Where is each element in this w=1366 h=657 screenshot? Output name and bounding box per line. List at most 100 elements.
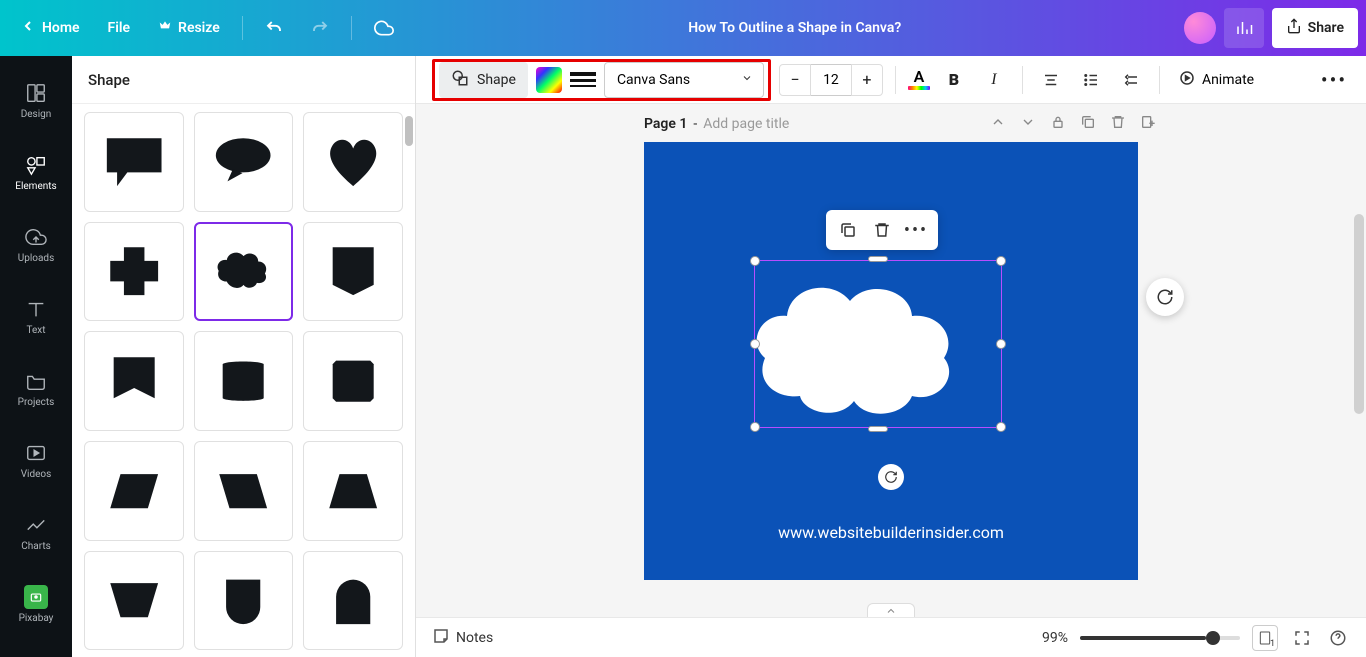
panel-body[interactable]	[72, 104, 415, 657]
user-avatar[interactable]	[1184, 12, 1216, 44]
share-button[interactable]: Share	[1272, 8, 1358, 48]
shape-ticket[interactable]	[303, 331, 403, 431]
regenerate-button[interactable]	[1146, 278, 1184, 316]
duplicate-page-button[interactable]	[1080, 114, 1096, 134]
shape-speech-rect[interactable]	[84, 112, 184, 212]
shape-parallelogram-right[interactable]	[194, 441, 294, 541]
projects-icon	[24, 369, 48, 393]
zoom-value[interactable]: 99%	[1042, 630, 1068, 646]
font-size-decrease[interactable]: −	[779, 64, 811, 96]
videos-icon	[24, 441, 48, 465]
canvas-scrollbar-vertical[interactable]	[1354, 214, 1364, 414]
sidebar-item-elements[interactable]: Elements	[0, 136, 72, 208]
delete-page-button[interactable]	[1110, 114, 1126, 134]
resize-handle-tr[interactable]	[996, 256, 1006, 266]
undo-button[interactable]	[253, 8, 295, 48]
resize-handle-mt[interactable]	[868, 256, 888, 262]
help-button[interactable]	[1326, 626, 1350, 650]
resize-handle-bl[interactable]	[750, 422, 760, 432]
shape-shield[interactable]	[303, 222, 403, 322]
separator	[1159, 66, 1160, 94]
animate-button[interactable]: Animate	[1172, 69, 1260, 91]
page-down-button[interactable]	[1020, 114, 1036, 134]
align-button[interactable]	[1035, 64, 1067, 96]
shape-cloud[interactable]	[194, 222, 294, 322]
lock-button[interactable]	[1050, 114, 1066, 134]
insights-button[interactable]	[1224, 8, 1264, 48]
page-title-input[interactable]: Add page title	[703, 116, 789, 132]
sidebar-item-pixabay[interactable]: Pixabay	[0, 568, 72, 640]
sidebar-item-label: Text	[26, 325, 45, 336]
resize-handle-tl[interactable]	[750, 256, 760, 266]
page-up-button[interactable]	[990, 114, 1006, 134]
font-size-input[interactable]	[811, 64, 851, 96]
rotate-handle[interactable]	[878, 464, 904, 490]
shape-arch-u[interactable]	[194, 551, 294, 651]
element-more-button[interactable]: •••	[902, 216, 930, 244]
resize-handle-ml[interactable]	[750, 339, 760, 349]
notes-label: Notes	[456, 630, 493, 646]
design-canvas[interactable]: ••• www.websitebuilderinsider.com	[644, 142, 1138, 580]
cloud-element[interactable]	[745, 266, 1013, 424]
shape-tool-button[interactable]: Shape	[439, 62, 528, 98]
sidebar-item-design[interactable]: Design	[0, 64, 72, 136]
text-icon	[24, 297, 48, 321]
collapse-timeline-tab[interactable]	[867, 603, 915, 617]
separator	[242, 16, 243, 40]
zoom-slider-fill	[1080, 636, 1206, 640]
italic-button[interactable]: I	[978, 64, 1010, 96]
sidebar-item-uploads[interactable]: Uploads	[0, 208, 72, 280]
shape-speech-bubble[interactable]	[194, 112, 294, 212]
sidebar-item-projects[interactable]: Projects	[0, 352, 72, 424]
resize-label: Resize	[178, 20, 220, 36]
home-button[interactable]: Home	[8, 8, 92, 48]
text-color-button[interactable]: A	[908, 69, 930, 90]
resize-button[interactable]: Resize	[146, 8, 232, 48]
document-title[interactable]: How To Outline a Shape in Canva?	[406, 20, 1184, 36]
add-page-button[interactable]	[1140, 114, 1156, 134]
home-label: Home	[42, 20, 80, 36]
shape-trapezoid-down[interactable]	[84, 551, 184, 651]
notes-button[interactable]: Notes	[432, 627, 493, 649]
resize-handle-mr[interactable]	[996, 339, 1006, 349]
shape-trapezoid[interactable]	[303, 441, 403, 541]
selection-box[interactable]	[754, 260, 1002, 428]
shape-arch[interactable]	[303, 551, 403, 651]
sidebar-item-label: Uploads	[18, 253, 54, 264]
shape-parallelogram-left[interactable]	[84, 441, 184, 541]
delete-element-button[interactable]	[868, 216, 896, 244]
charts-icon	[24, 513, 48, 537]
shape-ribbon[interactable]	[84, 331, 184, 431]
duplicate-element-button[interactable]	[834, 216, 862, 244]
chevron-left-icon	[20, 18, 36, 38]
font-size-increase[interactable]: +	[851, 64, 883, 96]
bold-button[interactable]: B	[938, 64, 970, 96]
fill-color-button[interactable]	[536, 67, 562, 93]
sidebar-item-label: Charts	[21, 541, 51, 552]
resize-handle-br[interactable]	[996, 422, 1006, 432]
page-label: Page 1	[644, 116, 687, 132]
shape-plus[interactable]	[84, 222, 184, 322]
fullscreen-button[interactable]	[1290, 626, 1314, 650]
border-style-button[interactable]	[570, 67, 596, 93]
page-count-button[interactable]: 1	[1252, 625, 1278, 651]
text-color-underline	[908, 86, 930, 90]
shape-label[interactable]	[194, 331, 294, 431]
panel-scrollbar[interactable]	[405, 116, 413, 146]
list-button[interactable]	[1075, 64, 1107, 96]
shape-heart[interactable]	[303, 112, 403, 212]
canvas-area[interactable]: Page 1 - Add page title •••	[416, 104, 1366, 617]
share-label: Share	[1308, 20, 1344, 36]
file-button[interactable]: File	[96, 8, 143, 48]
cloud-sync-button[interactable]	[362, 8, 406, 48]
more-button[interactable]: •••	[1318, 64, 1350, 96]
resize-handle-mb[interactable]	[868, 426, 888, 432]
sidebar-item-text[interactable]: Text	[0, 280, 72, 352]
sidebar-item-videos[interactable]: Videos	[0, 424, 72, 496]
spacing-button[interactable]	[1115, 64, 1147, 96]
zoom-slider-thumb[interactable]	[1206, 631, 1220, 645]
font-family-select[interactable]: Canva Sans	[604, 62, 764, 98]
zoom-slider[interactable]	[1080, 636, 1240, 640]
sidebar-item-charts[interactable]: Charts	[0, 496, 72, 568]
redo-button[interactable]	[299, 8, 341, 48]
